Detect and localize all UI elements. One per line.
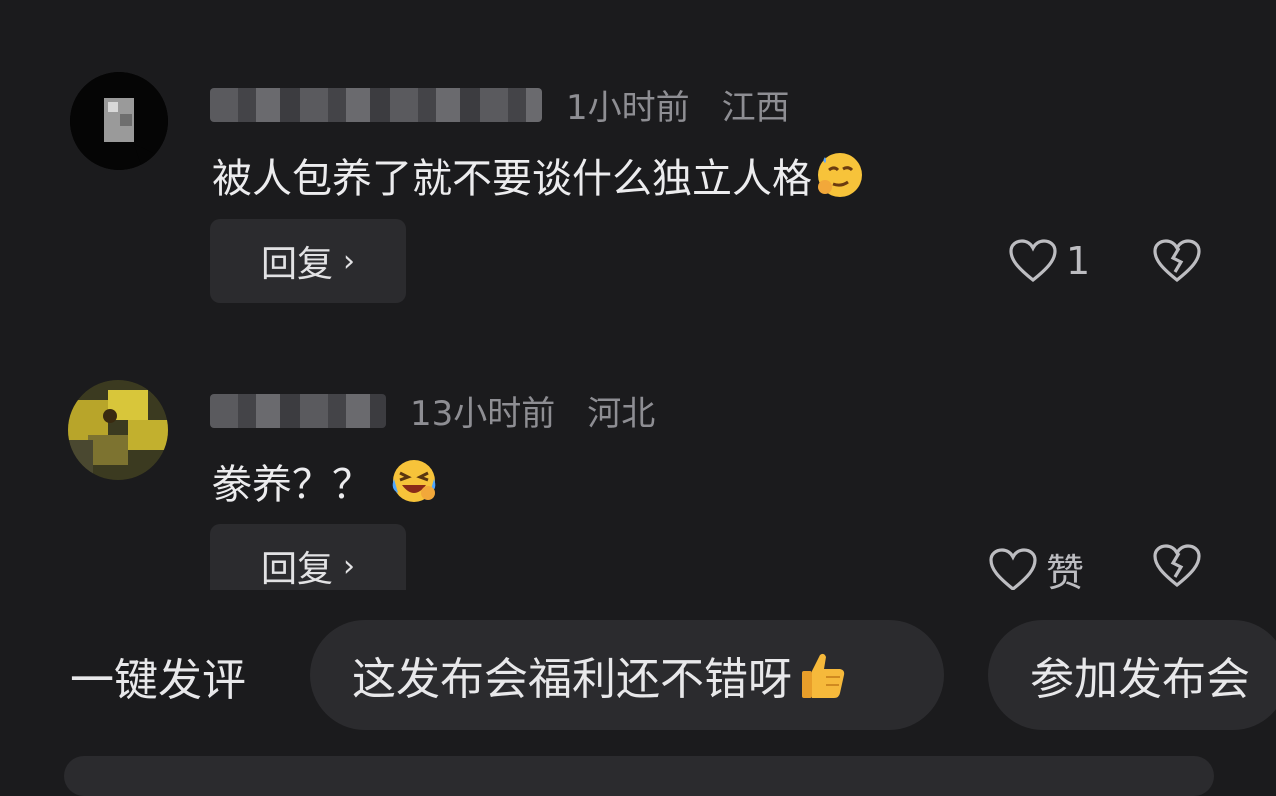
comment-time: 13小时前 (410, 394, 556, 434)
comment-meta: 13小时前 河北 (210, 386, 655, 435)
comment-time: 1小时前 (566, 88, 690, 128)
smirk-emoji-icon (816, 151, 864, 199)
thumbs-up-icon (798, 649, 846, 701)
comment-meta: 1小时前 江西 (210, 80, 790, 129)
reply-label: 回复 (260, 549, 333, 590)
suggestion-chip-text: 这发布会福利还不错呀 (352, 654, 792, 705)
suggestion-chip[interactable]: 参加发布会 (988, 620, 1276, 730)
comment-text: 被人包养了就不要谈什么独立人格 (212, 156, 812, 202)
comment-text-row: 被人包养了就不要谈什么独立人格 (212, 146, 864, 204)
chevron-right-icon: › (343, 548, 355, 584)
comment-location: 河北 (587, 394, 656, 434)
comment-location: 江西 (721, 88, 790, 128)
reply-label: 回复 (260, 244, 333, 285)
dislike-button[interactable] (1152, 238, 1202, 288)
comment-input[interactable] (64, 756, 1214, 796)
heart-icon (1009, 239, 1057, 283)
comment-text: 豢养？？ (212, 462, 372, 508)
avatar[interactable] (68, 380, 168, 480)
like-count: 赞 (1046, 551, 1085, 595)
username-blurred[interactable] (210, 393, 386, 428)
avatar[interactable] (70, 72, 168, 170)
like-button[interactable]: 赞 (988, 542, 1084, 597)
suggestion-chip[interactable]: 这发布会福利还不错呀 (310, 620, 944, 730)
laughing-tears-emoji-icon (390, 457, 438, 505)
quick-comment-label: 一键发评 (70, 655, 246, 706)
username-blurred[interactable] (210, 87, 542, 122)
quick-comment-bar: 一键发评 这发布会福利还不错呀 参加发布会 (0, 618, 1276, 732)
like-count: 1 (1066, 239, 1091, 283)
dislike-button[interactable] (1152, 543, 1202, 593)
like-button[interactable]: 1 (1008, 238, 1090, 284)
list-clip (0, 590, 1276, 618)
chevron-right-icon: › (343, 243, 355, 279)
suggestion-chip-text: 参加发布会 (1030, 654, 1250, 705)
heart-icon (989, 547, 1037, 591)
comment-text-row: 豢养？？ (212, 452, 438, 510)
broken-heart-icon (1153, 544, 1201, 588)
broken-heart-icon (1153, 239, 1201, 283)
reply-button[interactable]: 回复 › (210, 219, 406, 303)
